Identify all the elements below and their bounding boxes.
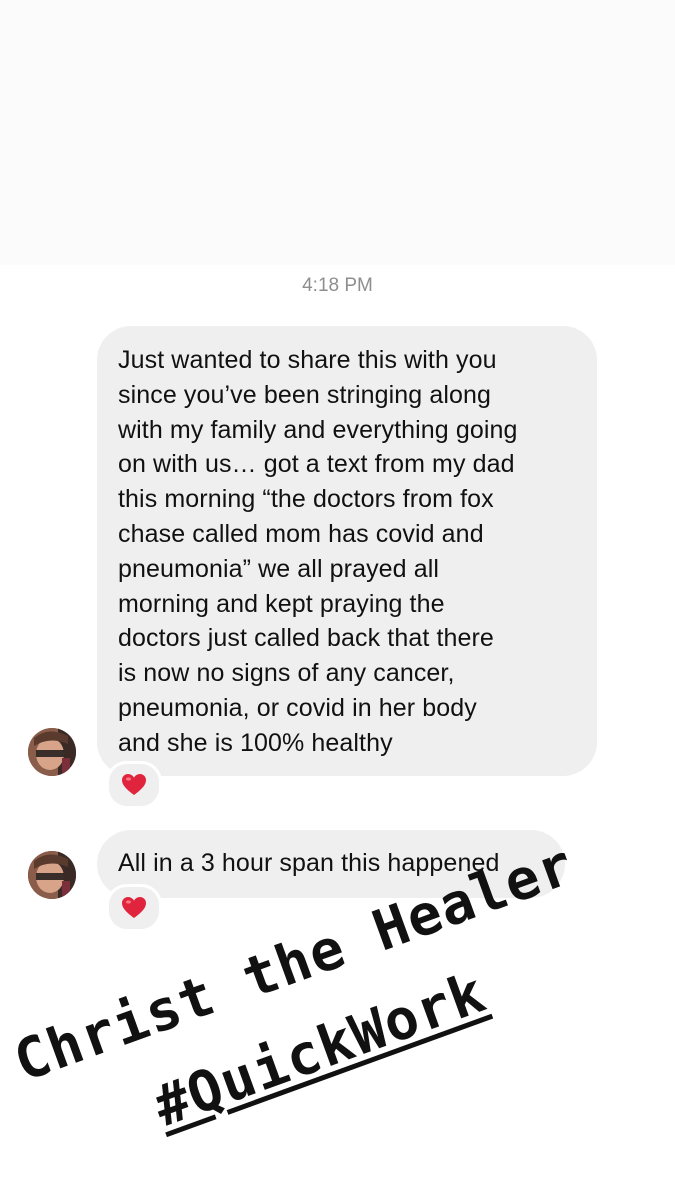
avatar-image [28, 728, 76, 776]
message-line: is now no signs of any cancer, [118, 659, 455, 688]
message-line: chase called mom has covid and [118, 519, 484, 548]
message-bubble[interactable]: Just wanted to share this with you since… [97, 326, 597, 776]
heart-icon [122, 897, 146, 918]
message-line: pneumonia, or covid in her body [118, 693, 477, 722]
message-line: doctors just called back that there [118, 624, 494, 653]
message-line: on with us… got a text from my dad [118, 450, 515, 479]
sender-avatar[interactable] [28, 728, 76, 776]
message-line: since you’ve been stringing along [118, 380, 491, 409]
reaction-badge[interactable] [106, 761, 162, 809]
message-line: pneumonia” we all prayed all [118, 554, 440, 583]
sender-avatar[interactable] [28, 851, 76, 899]
top-blank-area [0, 0, 675, 265]
avatar-image [28, 851, 76, 899]
reaction-badge[interactable] [106, 884, 162, 932]
message-line: Just wanted to share this with you [118, 346, 497, 374]
message-timestamp: 4:18 PM [302, 275, 373, 296]
message-line: morning and kept praying the [118, 589, 445, 618]
overlay-hashtag: #QuickWork [145, 960, 495, 1140]
message-text: All in a 3 hour span this happened [118, 849, 500, 877]
message-line: this morning “the doctors from fox [118, 485, 494, 514]
message-bubble[interactable]: All in a 3 hour span this happened [97, 830, 565, 898]
message-line: with my family and everything going [118, 415, 518, 444]
message-line: and she is 100% healthy [118, 728, 393, 757]
heart-icon [122, 774, 146, 795]
